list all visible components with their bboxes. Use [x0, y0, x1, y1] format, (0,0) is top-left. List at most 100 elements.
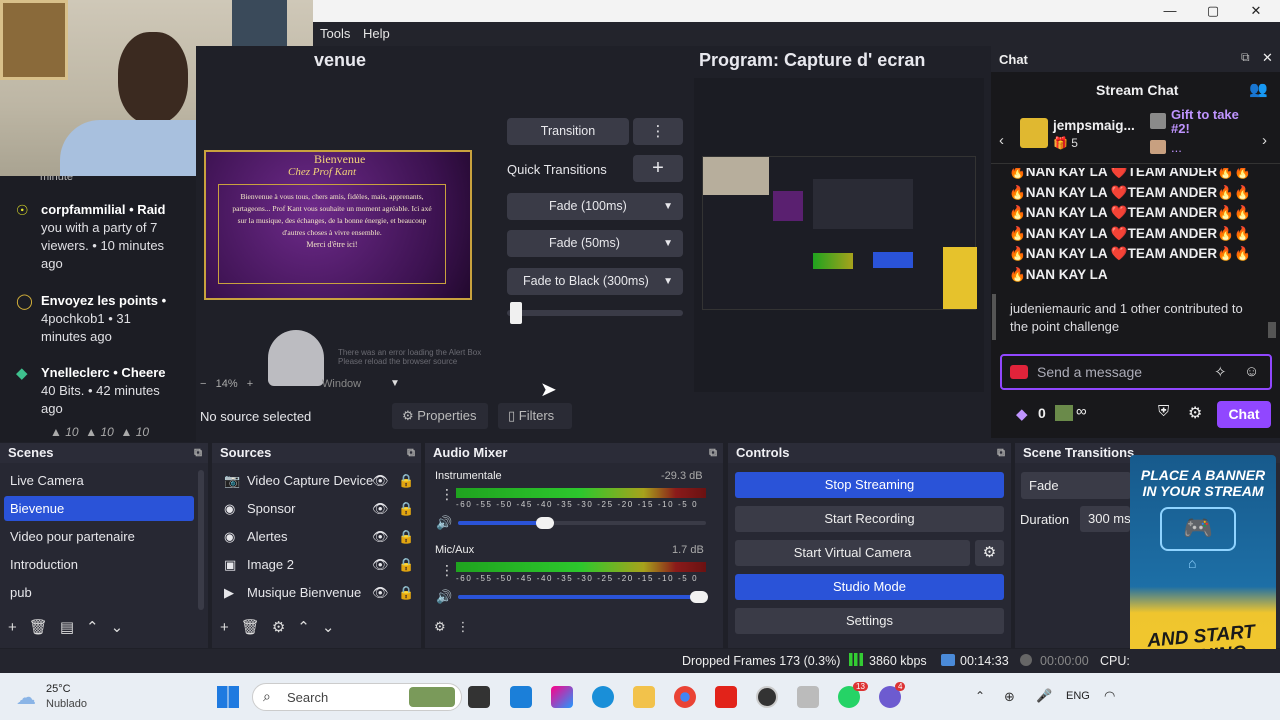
- eye-icon[interactable]: 👁: [372, 580, 389, 606]
- zoom-bar[interactable]: − 14% +: [200, 378, 253, 390]
- move-up-icon[interactable]: ⌃: [297, 619, 322, 636]
- anydesk-icon[interactable]: [715, 686, 737, 708]
- windows-start-icon[interactable]: [217, 686, 239, 708]
- popout-icon[interactable]: ⧉: [194, 443, 202, 463]
- gear-icon[interactable]: ⚙: [975, 540, 1004, 566]
- emoji-icon[interactable]: ☺: [1244, 363, 1259, 380]
- points-icon[interactable]: ◆: [1016, 405, 1028, 423]
- scenes-scrollbar[interactable]: [198, 470, 204, 610]
- scene-item[interactable]: Introduction: [4, 552, 194, 577]
- scene-item-selected[interactable]: Bievenue: [4, 496, 194, 521]
- duration-input[interactable]: 300 ms: [1080, 506, 1130, 532]
- wifi-icon[interactable]: ◠: [1104, 688, 1115, 704]
- gear-icon[interactable]: ⚙: [434, 619, 446, 634]
- chevron-left-icon[interactable]: ‹: [999, 132, 1004, 149]
- chevron-right-icon[interactable]: ›: [1262, 132, 1267, 149]
- stop-streaming-button[interactable]: Stop Streaming: [735, 472, 1004, 498]
- lock-icon[interactable]: 🔒: [398, 552, 414, 578]
- app-icon[interactable]: [797, 686, 819, 708]
- chrome-icon[interactable]: [674, 686, 696, 708]
- start-recording-button[interactable]: Start Recording: [735, 506, 1004, 532]
- minimize-icon[interactable]: —: [1155, 2, 1185, 20]
- transition-menu-icon[interactable]: ⋮: [633, 118, 683, 145]
- source-item[interactable]: 📷 Video Capture Device 👁 🔒: [216, 468, 416, 494]
- move-down-icon[interactable]: ⌄: [322, 619, 347, 636]
- speaker-icon[interactable]: 🔊: [436, 589, 452, 605]
- move-up-icon[interactable]: ⌃: [86, 619, 111, 636]
- kebab-icon[interactable]: ⋮: [440, 562, 454, 579]
- eye-icon[interactable]: 👁: [372, 552, 389, 578]
- speaker-icon[interactable]: 🔊: [436, 515, 452, 531]
- volume-slider-handle[interactable]: [536, 517, 555, 529]
- users-icon[interactable]: 👥: [1249, 80, 1268, 98]
- settings-button[interactable]: Settings: [735, 608, 1004, 634]
- source-item[interactable]: ▶ Musique Bienvenue 👁 🔒: [216, 580, 416, 606]
- quick-transition-1[interactable]: Fade (100ms) ▼: [507, 193, 683, 220]
- tbar-handle[interactable]: [510, 302, 523, 324]
- volume-slider-handle[interactable]: [690, 591, 708, 603]
- sparkle-icon[interactable]: ✧: [1214, 363, 1227, 381]
- eye-icon[interactable]: 👁: [372, 468, 389, 494]
- chat-input[interactable]: Send a message ✧ ☺: [1000, 354, 1272, 390]
- lock-icon[interactable]: 🔒: [398, 496, 414, 522]
- popout-icon[interactable]: ⧉: [709, 443, 717, 463]
- language-indicator[interactable]: ENG: [1066, 690, 1090, 702]
- kebab-icon[interactable]: ⋮: [440, 486, 454, 503]
- maximize-icon[interactable]: ▢: [1198, 2, 1228, 20]
- network-icon[interactable]: ⊕: [1004, 689, 1015, 705]
- kebab-icon[interactable]: ⋮: [457, 619, 470, 634]
- store-icon[interactable]: [510, 686, 532, 708]
- source-item[interactable]: ◉ Alertes 👁 🔒: [216, 524, 416, 550]
- popout-icon[interactable]: ⧉: [1241, 50, 1250, 65]
- quick-transition-2[interactable]: Fade (50ms) ▼: [507, 230, 683, 257]
- gear-icon[interactable]: ⚙: [1188, 403, 1202, 423]
- scene-item[interactable]: pub: [4, 580, 194, 605]
- close-icon[interactable]: ✕: [1241, 2, 1271, 20]
- close-icon[interactable]: ✕: [1262, 50, 1273, 66]
- edge-icon[interactable]: [592, 686, 614, 708]
- add-icon[interactable]: +: [220, 619, 241, 636]
- menu-help[interactable]: Help: [363, 26, 390, 41]
- copilot-icon[interactable]: [551, 686, 573, 708]
- chat-send-button[interactable]: Chat: [1217, 401, 1271, 428]
- add-icon[interactable]: +: [8, 619, 29, 636]
- obs-icon[interactable]: [756, 686, 778, 708]
- tbar-track[interactable]: [507, 310, 683, 316]
- lock-icon[interactable]: 🔒: [398, 524, 414, 550]
- lock-icon[interactable]: 🔒: [398, 580, 414, 606]
- gear-icon[interactable]: ⚙: [272, 619, 297, 636]
- transition-select[interactable]: Fade: [1021, 472, 1131, 499]
- scene-item[interactable]: Video pour partenaire: [4, 524, 194, 549]
- popout-icon[interactable]: ⧉: [407, 443, 415, 463]
- trash-icon[interactable]: 🗑: [29, 619, 60, 636]
- transition-button[interactable]: Transition: [507, 118, 629, 145]
- add-transition-button[interactable]: +: [633, 155, 683, 182]
- move-down-icon[interactable]: ⌄: [111, 619, 136, 636]
- properties-button[interactable]: ⚙ Properties: [392, 403, 488, 429]
- start-virtual-camera-button[interactable]: Start Virtual Camera: [735, 540, 970, 566]
- quick-transition-3[interactable]: Fade to Black (300ms) ▼: [507, 268, 683, 295]
- taskview-icon[interactable]: [468, 686, 490, 708]
- shield-icon[interactable]: ⛨: [1158, 403, 1169, 420]
- volume-track[interactable]: [458, 595, 706, 599]
- popout-icon[interactable]: ⧉: [997, 443, 1005, 463]
- eye-icon[interactable]: 👁: [372, 496, 389, 522]
- option-label: Fade to Black (300ms): [523, 274, 649, 288]
- chevron-down-icon[interactable]: ▼: [390, 378, 400, 389]
- scene-item[interactable]: Live Camera: [4, 468, 194, 493]
- volume-track[interactable]: [458, 521, 706, 525]
- menu-tools[interactable]: Tools: [320, 26, 350, 41]
- taskbar-search[interactable]: ⌕ Search: [252, 683, 462, 711]
- chevron-up-icon[interactable]: ⌃: [975, 689, 985, 703]
- chat-scrollbar[interactable]: [1268, 322, 1276, 338]
- studio-mode-button[interactable]: Studio Mode: [735, 574, 1004, 600]
- lock-icon[interactable]: 🔒: [398, 468, 414, 494]
- eye-icon[interactable]: 👁: [372, 524, 389, 550]
- source-item[interactable]: ▣ Image 2 👁 🔒: [216, 552, 416, 578]
- filters-button[interactable]: ▯ Filters: [498, 403, 572, 429]
- filter-icon[interactable]: ▤: [60, 619, 86, 636]
- trash-icon[interactable]: 🗑: [241, 619, 272, 636]
- explorer-icon[interactable]: [633, 686, 655, 708]
- microphone-icon[interactable]: 🎤: [1036, 688, 1052, 704]
- source-item[interactable]: ◉ Sponsor 👁 🔒: [216, 496, 416, 522]
